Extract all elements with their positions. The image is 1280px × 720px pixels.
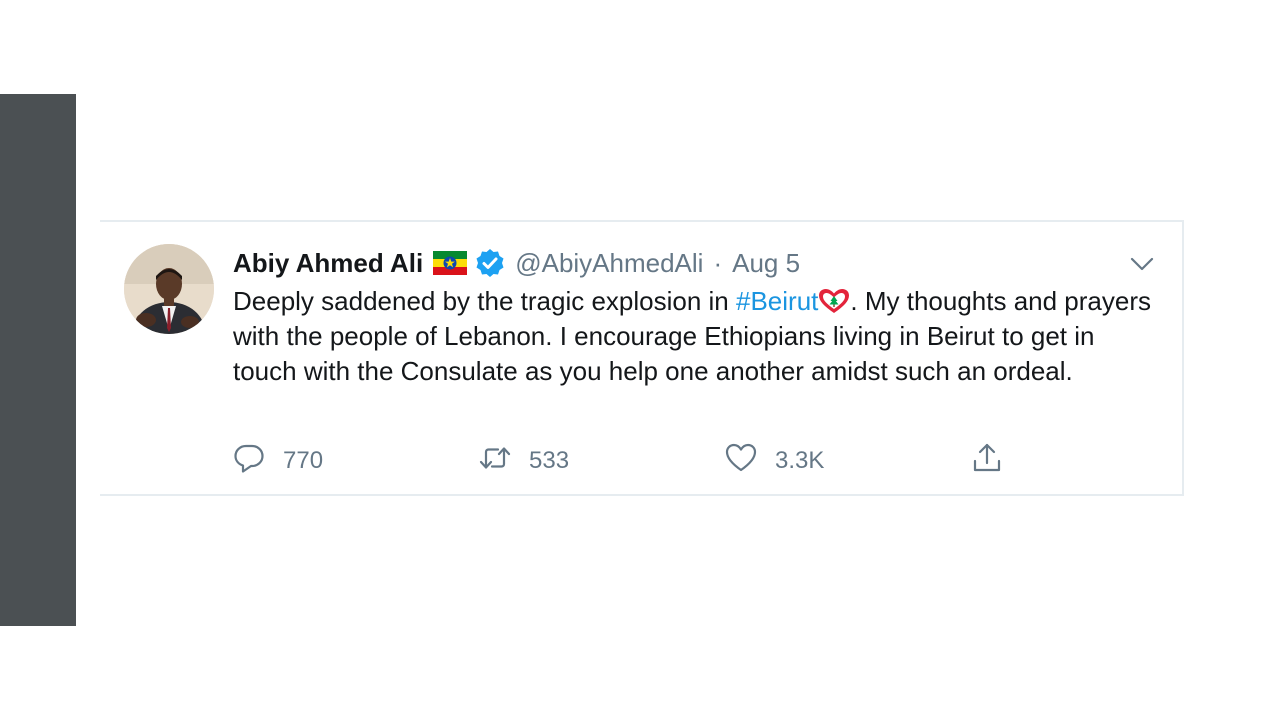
retweet-icon <box>479 442 511 481</box>
tweet-date[interactable]: Aug 5 <box>732 248 800 279</box>
author-handle[interactable]: @AbiyAhmedAli <box>515 248 703 279</box>
author-name[interactable]: Abiy Ahmed Ali <box>233 248 423 279</box>
tweet-card[interactable]: Abiy Ahmed Ali @AbiyAhmedAli · Aug 5 Dee… <box>100 220 1184 496</box>
hashtag-link[interactable]: #Beirut <box>736 286 818 316</box>
retweet-count: 533 <box>529 447 570 474</box>
tweet-text-part1: Deeply saddened by the tragic explosion … <box>233 286 736 316</box>
share-button[interactable] <box>971 442 1003 481</box>
heart-icon <box>725 442 757 481</box>
share-icon <box>971 442 1003 481</box>
left-side-bar <box>0 94 76 626</box>
tweet-actions: 770 533 3.3K <box>233 442 1033 481</box>
lebanon-heart-emoji-icon <box>818 288 850 314</box>
ethiopia-flag-icon <box>433 251 468 275</box>
retweet-button[interactable]: 533 <box>479 444 569 478</box>
header-separator: · <box>713 247 723 278</box>
chevron-down-icon[interactable] <box>1130 252 1154 276</box>
verified-badge-icon <box>475 248 505 278</box>
reply-icon <box>233 442 265 481</box>
tweet-header: Abiy Ahmed Ali @AbiyAhmedAli · Aug 5 <box>233 248 800 278</box>
like-button[interactable]: 3.3K <box>725 442 825 481</box>
reply-button[interactable]: 770 <box>233 444 323 478</box>
reply-count: 770 <box>283 447 324 474</box>
tweet-text: Deeply saddened by the tragic explosion … <box>233 284 1153 389</box>
like-count: 3.3K <box>775 447 825 474</box>
avatar[interactable] <box>124 244 214 334</box>
